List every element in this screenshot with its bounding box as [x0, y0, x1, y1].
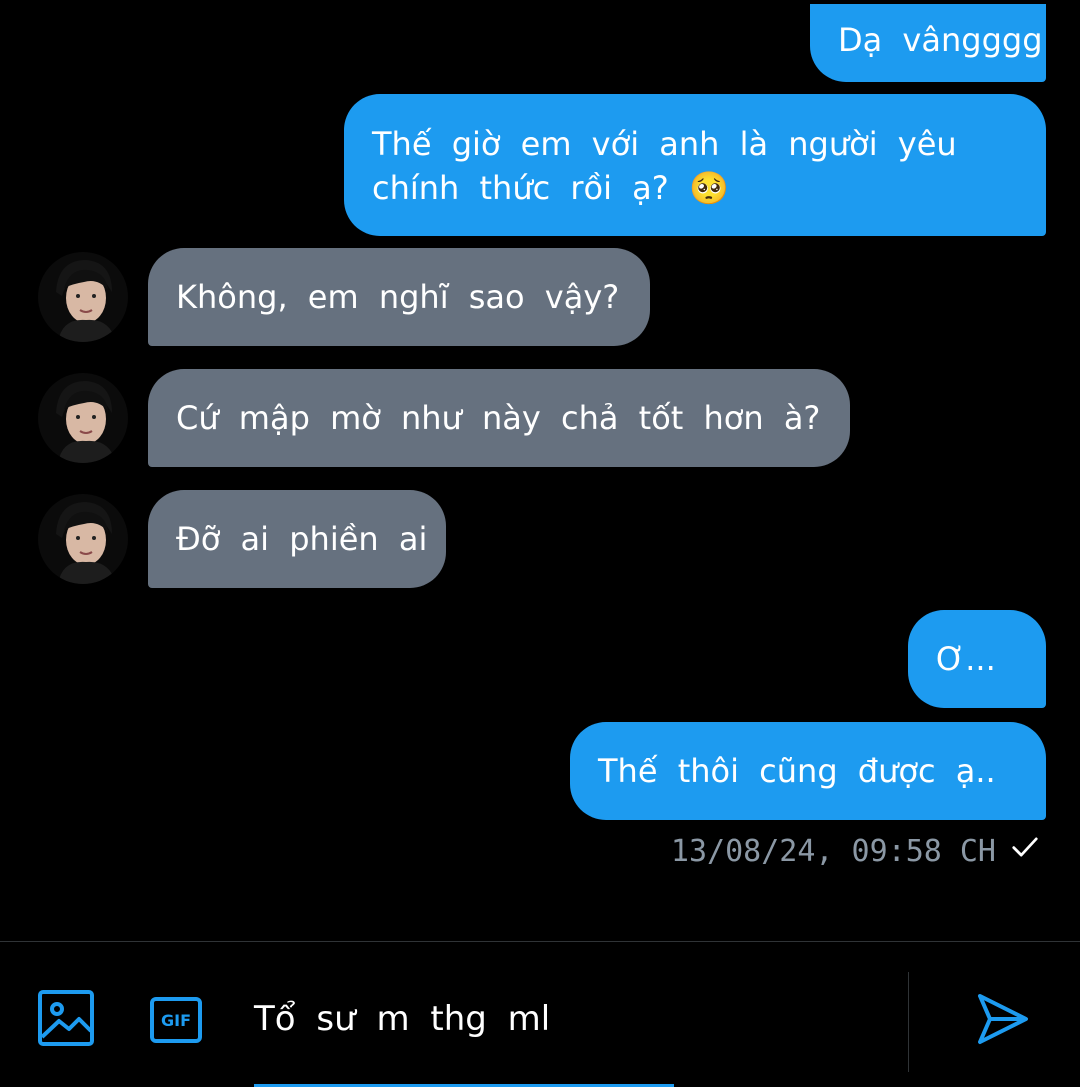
message-text: Dạ vângggg — [838, 21, 1043, 59]
message-thread: Dạ vângggg Thế giờ em với anh là người y… — [0, 0, 1080, 940]
message-timestamp: 13/08/24, 09:58 CH — [670, 833, 996, 869]
message-input[interactable]: Tổ sư m thg ml — [254, 994, 550, 1044]
message-text-line: chính thức rồi ạ? 🥺 — [372, 169, 729, 207]
checkmark-icon — [1010, 832, 1040, 870]
composer-divider — [908, 972, 909, 1072]
message-bubble-incoming[interactable]: Cứ mập mờ như này chả tốt hơn à? — [148, 369, 850, 467]
avatar[interactable] — [38, 373, 128, 463]
send-icon — [974, 990, 1032, 1052]
message-bubble-outgoing[interactable]: Thế thôi cũng được ạ.. — [570, 722, 1046, 820]
message-text: Thế thôi cũng được ạ.. — [598, 752, 996, 790]
avatar[interactable] — [38, 494, 128, 584]
message-bubble-outgoing[interactable]: Dạ vângggg — [810, 4, 1046, 82]
gif-button[interactable]: GIF — [146, 992, 206, 1048]
message-bubble-outgoing[interactable]: Thế giờ em với anh là người yêu chính th… — [344, 94, 1046, 236]
message-text: Ơ... — [936, 640, 996, 678]
message-text: Không, em nghĩ sao vậy? — [176, 278, 620, 316]
message-composer: GIF Tổ sư m thg ml — [0, 941, 1080, 1087]
gif-label: GIF — [160, 1010, 191, 1030]
message-meta: 13/08/24, 09:58 CH — [671, 832, 1040, 870]
message-bubble-incoming[interactable]: Không, em nghĩ sao vậy? — [148, 248, 650, 346]
send-button[interactable] — [970, 988, 1036, 1054]
image-button[interactable] — [36, 990, 96, 1050]
message-bubble-outgoing[interactable]: Ơ... — [908, 610, 1046, 708]
message-bubble-incoming[interactable]: Đỡ ai phiền ai — [148, 490, 446, 588]
message-text-line: Thế giờ em với anh là người yêu — [372, 125, 957, 163]
gif-icon: GIF — [150, 997, 202, 1043]
avatar[interactable] — [38, 252, 128, 342]
image-icon — [37, 989, 95, 1051]
message-text: Cứ mập mờ như này chả tốt hơn à? — [176, 399, 821, 437]
message-text: Đỡ ai phiền ai — [176, 520, 428, 558]
